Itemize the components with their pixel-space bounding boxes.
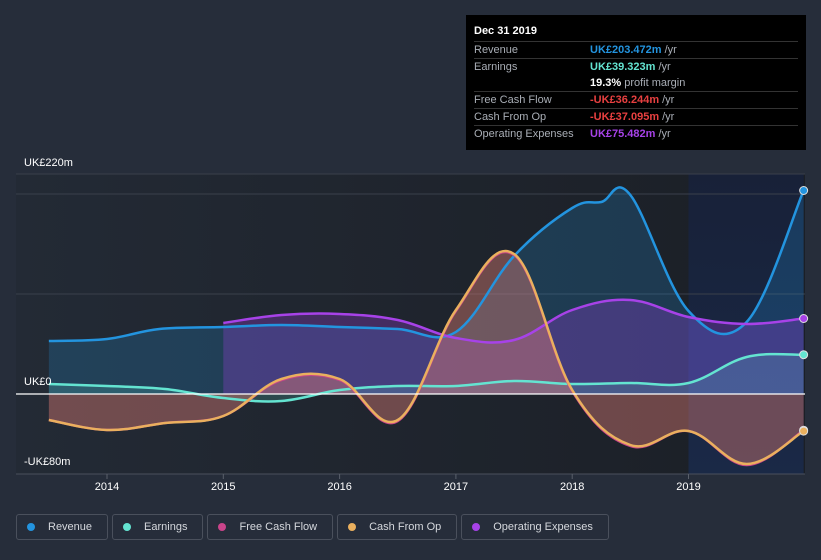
x-tick-label: 2016 xyxy=(327,481,352,493)
tooltip-value: 19.3% xyxy=(590,77,622,89)
legend-dot-icon xyxy=(472,523,481,531)
tooltip-row: 19.3% profit margin xyxy=(474,75,798,91)
legend-item-operating-expenses[interactable]: Operating Expenses xyxy=(461,514,609,540)
tooltip-row: Earnings UK£39.323m/yr xyxy=(474,58,798,75)
legend-label: Revenue xyxy=(48,521,93,533)
y-tick-label: -UK£80m xyxy=(24,456,71,468)
tooltip-row: Free Cash Flow -UK£36.244m/yr xyxy=(474,91,798,108)
tooltip-label: Cash From Op xyxy=(474,111,547,123)
revenue-endpoint[interactable] xyxy=(799,186,809,195)
legend-label: Cash From Op xyxy=(369,521,442,533)
legend-dot-icon xyxy=(348,523,357,531)
legend-item-earnings[interactable]: Earnings xyxy=(112,514,204,540)
x-tick-label: 2019 xyxy=(676,481,701,493)
legend-item-free-cash-flow[interactable]: Free Cash Flow xyxy=(207,514,334,540)
legend-item-cash-from-op[interactable]: Cash From Op xyxy=(337,514,458,540)
tooltip-label: Free Cash Flow xyxy=(474,94,552,106)
tooltip-row: Operating Expenses UK£75.482m/yr xyxy=(474,125,798,142)
tooltip-unit: /yr xyxy=(662,111,675,123)
tooltip-value: UK£203.472m xyxy=(590,44,662,56)
y-tick-label: UK£220m xyxy=(24,157,73,169)
legend-label: Free Cash Flow xyxy=(239,521,318,533)
tooltip-value: UK£75.482m xyxy=(590,128,656,140)
cash-from-op-endpoint[interactable] xyxy=(799,426,809,436)
tooltip-label: Operating Expenses xyxy=(474,128,574,140)
x-tick-label: 2014 xyxy=(94,481,120,493)
legend-label: Operating Expenses xyxy=(493,521,593,533)
x-tick-label: 2017 xyxy=(443,481,469,493)
tooltip-unit: /yr xyxy=(664,44,677,56)
tooltip-unit: profit margin xyxy=(624,77,686,89)
tooltip-unit: /yr xyxy=(658,61,671,73)
earnings-endpoint[interactable] xyxy=(799,350,809,360)
operating-expenses-endpoint[interactable] xyxy=(799,314,809,323)
tooltip-label: Revenue xyxy=(474,44,519,56)
legend-item-revenue[interactable]: Revenue xyxy=(16,514,109,540)
x-tick-label: 2015 xyxy=(211,481,236,493)
y-tick-label: UK£0 xyxy=(24,376,52,388)
tooltip-unit: /yr xyxy=(658,128,671,140)
tooltip-value: UK£39.323m xyxy=(590,61,656,73)
legend-label: Earnings xyxy=(144,521,188,533)
tooltip-date: Dec 31 2019 xyxy=(474,25,537,37)
tooltip-unit: /yr xyxy=(662,94,675,106)
tooltip-label: Earnings xyxy=(474,61,518,73)
tooltip-row: Revenue UK£203.472m/yr xyxy=(474,41,798,58)
legend-dot-icon xyxy=(218,523,227,531)
legend-dot-icon xyxy=(27,523,35,531)
tooltip-value: -UK£37.095m xyxy=(590,111,660,123)
chart-legend: Revenue Earnings Free Cash Flow Cash From O… xyxy=(16,514,609,540)
legend-dot-icon xyxy=(123,523,132,531)
tooltip-value: -UK£36.244m xyxy=(590,94,660,106)
x-tick-label: 2018 xyxy=(559,481,585,493)
tooltip-label xyxy=(474,75,590,91)
data-tooltip: Dec 31 2019 Revenue UK£203.472m/yr Earning… xyxy=(466,15,806,150)
tooltip-row: Cash From Op -UK£37.095m/yr xyxy=(474,108,798,125)
